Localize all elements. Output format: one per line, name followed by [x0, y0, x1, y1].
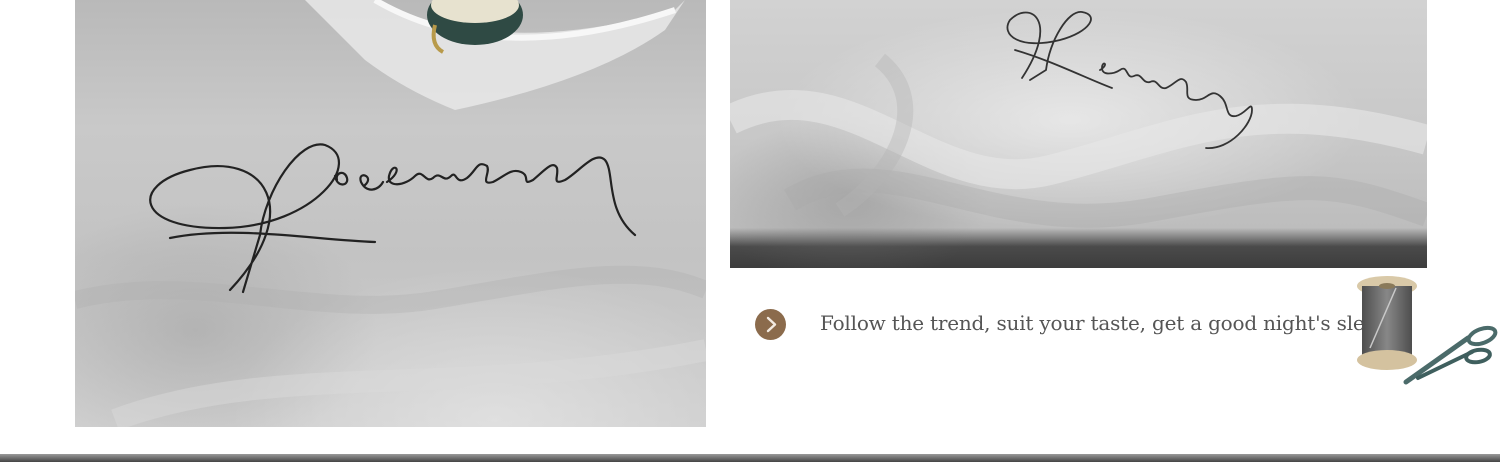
chevron-right-icon: [755, 309, 786, 340]
fabric-texture: [75, 0, 706, 427]
tray-with-cup: [305, 0, 685, 110]
scissors-icon: [1398, 318, 1500, 388]
caption-text: Follow the trend, suit your taste, get a…: [820, 311, 1389, 335]
product-photo-left: [75, 0, 706, 427]
bottom-divider: [0, 454, 1500, 462]
duvet-texture: [730, 11, 1427, 228]
embroidered-signature: [149, 143, 637, 294]
product-photo-right: [730, 0, 1427, 268]
